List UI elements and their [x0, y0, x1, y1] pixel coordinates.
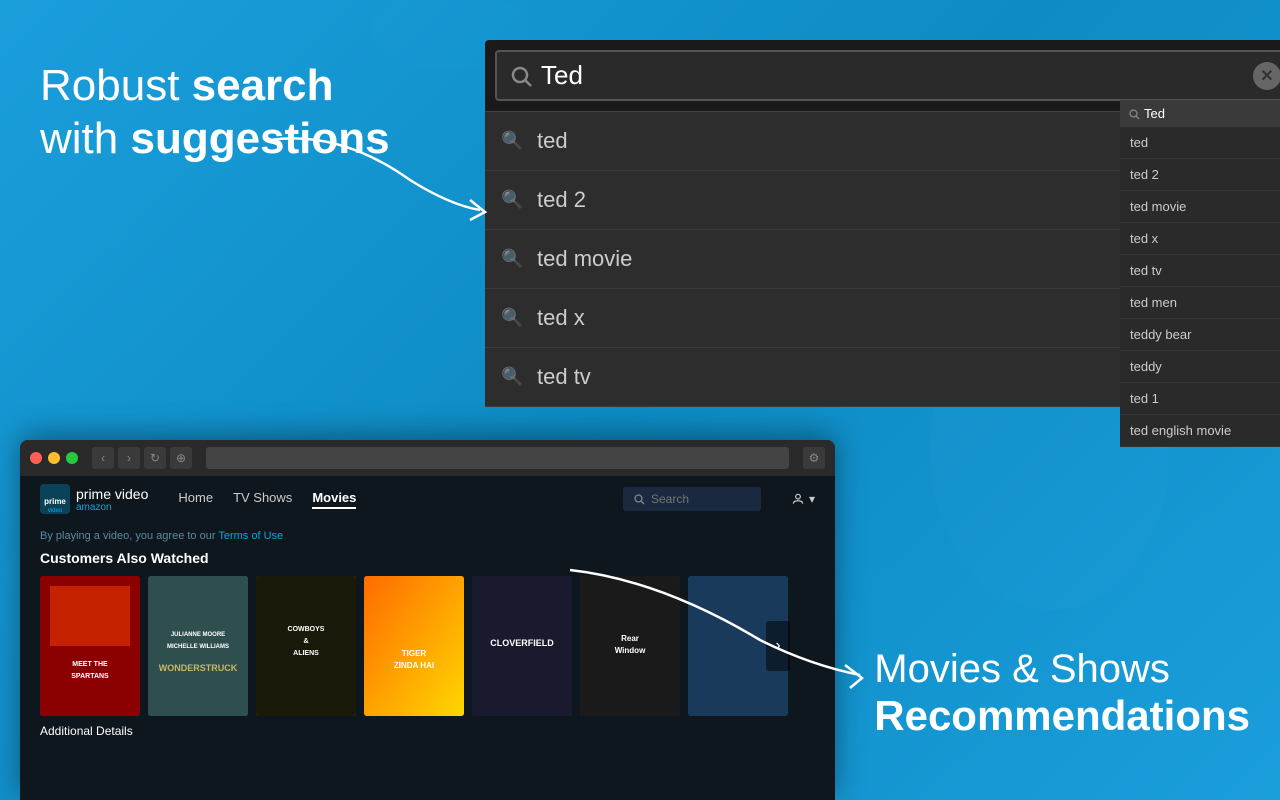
right-suggestion-7[interactable]: teddy — [1120, 351, 1280, 383]
browser-new-tab-button[interactable]: ⊕ — [170, 447, 192, 469]
right-suggestion-5[interactable]: ted men — [1120, 287, 1280, 319]
movie-card-cloverfield-label: CLOVERFIELD — [472, 576, 572, 716]
browser-url-bar[interactable] — [206, 447, 789, 469]
right-search-bar[interactable] — [1120, 100, 1280, 127]
additional-details: Additional Details — [40, 724, 815, 738]
user-icon — [791, 492, 805, 506]
svg-text:ALIENS: ALIENS — [293, 650, 319, 657]
right-search-input[interactable] — [1144, 106, 1272, 121]
prime-logo-text: prime video — [76, 486, 148, 502]
movie-card-cowboys-label: COWBOYS & ALIENS — [256, 576, 356, 716]
prime-user-menu[interactable]: ▾ — [791, 492, 815, 506]
main-search-bar[interactable]: ✕ — [495, 50, 1280, 101]
right-search-panel: ted ted 2 ted movie ted x ted tv ted men… — [1120, 100, 1280, 447]
prime-search-icon — [633, 493, 645, 505]
movie-card-spartans[interactable]: MEET THE SPARTANS — [40, 576, 140, 716]
movie-card-cloverfield[interactable]: CLOVERFIELD — [472, 576, 572, 716]
svg-text:SPARTANS: SPARTANS — [71, 673, 109, 680]
amazon-logo-icon: prime video — [40, 484, 70, 514]
browser-nav-buttons: ‹ › ↻ ⊕ — [92, 447, 192, 469]
prime-nav: Home TV Shows Movies — [178, 490, 356, 509]
right-suggestion-2[interactable]: ted movie — [1120, 191, 1280, 223]
hero-line1-bold: search — [192, 61, 334, 110]
movie-card-tiger-zinda-hai[interactable]: TIGER ZINDA HAI — [364, 576, 464, 716]
search-icon — [509, 64, 533, 88]
minimize-window-button[interactable] — [48, 452, 60, 464]
terms-text: By playing a video, you agree to our — [40, 530, 218, 542]
svg-text:WONDERSTRUCK: WONDERSTRUCK — [159, 663, 238, 673]
search-input[interactable] — [541, 60, 1245, 91]
maximize-window-button[interactable] — [66, 452, 78, 464]
right-suggestion-6[interactable]: teddy bear — [1120, 319, 1280, 351]
right-suggestion-8[interactable]: ted 1 — [1120, 383, 1280, 415]
right-suggestion-1[interactable]: ted 2 — [1120, 159, 1280, 191]
browser-titlebar: ‹ › ↻ ⊕ ⚙ — [20, 440, 835, 476]
svg-text:prime: prime — [44, 497, 66, 506]
svg-text:COWBOYS: COWBOYS — [288, 626, 325, 633]
close-window-button[interactable] — [30, 452, 42, 464]
hero-line2-prefix: with — [40, 114, 130, 163]
bottom-text-line2: Recommendations — [874, 692, 1250, 740]
terms-of-use-link[interactable]: Terms of Use — [218, 530, 283, 542]
prime-logo-sub: amazon — [76, 502, 148, 513]
prime-search-bar[interactable] — [623, 487, 761, 511]
movie-card-spartans-label: MEET THE SPARTANS — [40, 576, 140, 716]
svg-text:MEET THE: MEET THE — [72, 661, 108, 668]
svg-text:video: video — [48, 508, 63, 514]
terms-bar: By playing a video, you agree to our Ter… — [40, 530, 815, 542]
right-suggestion-3[interactable]: ted x — [1120, 223, 1280, 255]
right-suggestion-4[interactable]: ted tv — [1120, 255, 1280, 287]
right-suggestion-0[interactable]: ted — [1120, 127, 1280, 159]
right-search-icon — [1128, 108, 1140, 120]
prime-nav-home[interactable]: Home — [178, 490, 213, 509]
svg-text:CLOVERFIELD: CLOVERFIELD — [490, 638, 554, 648]
svg-text:MICHELLE WILLIAMS: MICHELLE WILLIAMS — [167, 644, 229, 650]
browser-settings-button[interactable]: ⚙ — [803, 447, 825, 469]
bottom-text-line1: Movies & Shows — [874, 647, 1250, 692]
prime-header: prime video prime video amazon Home TV S… — [20, 476, 835, 522]
movie-card-tiger-label: TIGER ZINDA HAI — [364, 576, 464, 716]
svg-text:JULIANNE MOORE: JULIANNE MOORE — [171, 632, 225, 638]
right-suggestions-list: ted ted 2 ted movie ted x ted tv ted men… — [1120, 127, 1280, 447]
prime-nav-movies[interactable]: Movies — [312, 490, 356, 509]
search-clear-button[interactable]: ✕ — [1253, 62, 1280, 90]
browser-back-button[interactable]: ‹ — [92, 447, 114, 469]
browser-forward-button[interactable]: › — [118, 447, 140, 469]
svg-text:ZINDA HAI: ZINDA HAI — [394, 661, 434, 670]
prime-nav-tvshows[interactable]: TV Shows — [233, 490, 292, 509]
svg-text:&: & — [303, 638, 308, 645]
prime-user-label: ▾ — [809, 492, 815, 506]
movie-card-wonderstruck-label: JULIANNE MOORE MICHELLE WILLIAMS WONDERS… — [148, 576, 248, 716]
svg-text:TIGER: TIGER — [402, 649, 427, 658]
hero-line1-prefix: Robust — [40, 61, 192, 110]
browser-reload-button[interactable]: ↻ — [144, 447, 166, 469]
arrow-right-icon — [560, 560, 880, 690]
prime-video-logo: prime video prime video amazon — [40, 484, 148, 514]
movie-card-wonderstruck[interactable]: JULIANNE MOORE MICHELLE WILLIAMS WONDERS… — [148, 576, 248, 716]
arrow-left-icon — [260, 120, 490, 240]
right-suggestion-9[interactable]: ted english movie — [1120, 415, 1280, 447]
movie-card-cowboys-aliens[interactable]: COWBOYS & ALIENS — [256, 576, 356, 716]
prime-search-input[interactable] — [651, 492, 751, 506]
bottom-right-text: Movies & Shows Recommendations — [874, 647, 1250, 740]
